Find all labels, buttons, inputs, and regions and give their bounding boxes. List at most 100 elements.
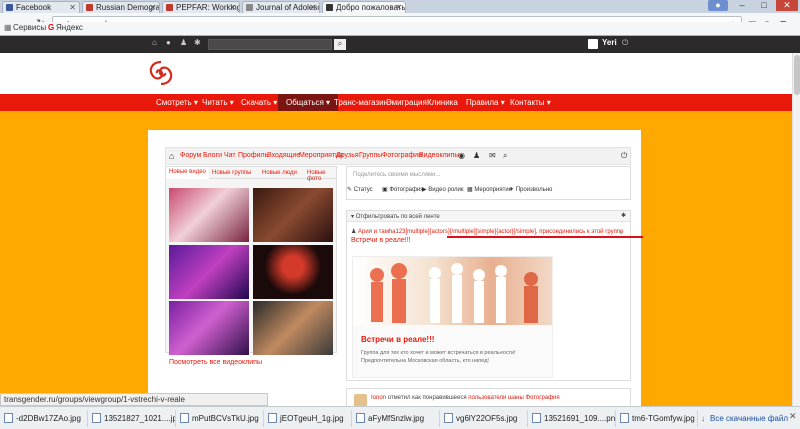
site-header (0, 53, 800, 94)
window-close-icon[interactable]: ✕ (776, 0, 798, 11)
post-action-status[interactable]: ✎ Статус (347, 186, 373, 193)
power-icon[interactable]: ⏻ (622, 38, 628, 48)
close-icon[interactable]: ✕ (395, 2, 402, 13)
video-thumbnail[interactable] (253, 301, 333, 355)
chevron-down-icon[interactable]: ⌄ (618, 228, 624, 236)
user-name[interactable]: Yeri (602, 38, 617, 47)
tab-facebook[interactable]: Facebook ✕ (2, 1, 80, 13)
download-item[interactable]: vg6lY22OF5s.jpg (442, 410, 528, 427)
tab-new-people[interactable]: Новые люди (262, 170, 297, 176)
nav-communicate[interactable]: Общаться ▾ (278, 94, 339, 111)
video-thumbnail[interactable] (253, 245, 333, 299)
tab-pepfar[interactable]: PEPFAR: Working To✕ (162, 1, 240, 13)
close-icon[interactable]: ✕ (149, 2, 156, 13)
group-icon[interactable]: ♟ (180, 38, 187, 47)
tab-russian-demograph[interactable]: Russian Demograph✕ (82, 1, 160, 13)
close-icon[interactable]: ✕ (789, 411, 797, 422)
scrollbar[interactable] (792, 53, 800, 406)
group-description: Группа для тех кто хочет и может встреча… (361, 350, 516, 364)
gear-icon[interactable]: ✱ (621, 212, 626, 219)
group-link[interactable]: Встречи в реале!!! (351, 237, 411, 244)
all-downloads-link[interactable]: ↓Все скачанные файлы... (700, 410, 788, 427)
photo-link[interactable]: пользователи шаны Фотография (468, 395, 559, 401)
search-input[interactable] (208, 39, 332, 50)
tab-new-photos[interactable]: Новые фото (307, 170, 336, 182)
nav-emigration[interactable]: Эмиграция (386, 94, 427, 111)
subnav-chat[interactable]: Чат (224, 152, 236, 159)
subnav-blogs[interactable]: Блоги (203, 152, 222, 159)
tab-active[interactable]: Добро пожаловать ✕ (322, 1, 406, 13)
file-icon (532, 413, 541, 423)
subnav-videos[interactable]: Видеоклипы (419, 152, 459, 159)
subnav-inbox[interactable]: Входящие (267, 152, 300, 159)
tab-journal[interactable]: Journal of Adolesce ✕ (242, 1, 320, 13)
globe-icon[interactable]: ◉ (458, 151, 465, 160)
download-item[interactable]: 13521691_109....png (530, 410, 616, 427)
settings-icon[interactable]: ✱ (194, 38, 201, 47)
nav-read[interactable]: Читать ▾ (202, 94, 234, 111)
video-thumbnail[interactable] (169, 188, 249, 242)
download-item[interactable]: jEOTgeuH_1g.jpg (266, 410, 352, 427)
nav-rules[interactable]: Правила ▾ (466, 94, 505, 111)
avatar[interactable] (588, 39, 598, 49)
site-top-bar: ⌂ ● ♟ ✱ ⌕ Yeri ⏻ (0, 36, 800, 53)
bookmark-services[interactable]: Сервисы (13, 22, 46, 34)
people-icon[interactable]: ♟ (473, 151, 480, 160)
group-title[interactable]: Встречи в реале!!! (361, 335, 434, 344)
maximize-icon[interactable]: □ (754, 0, 774, 11)
close-icon[interactable]: ✕ (309, 2, 316, 13)
subnav-profile[interactable]: Профиль (238, 152, 268, 159)
nav-contacts[interactable]: Контакты ▾ (510, 94, 551, 111)
media-tabs: Новые видео Новые группы Новые люди Новы… (166, 167, 336, 182)
group-card[interactable]: Встречи в реале!!! Группа для тех кто хо… (352, 256, 553, 378)
tab-new-groups[interactable]: Новые группы (212, 170, 251, 176)
download-item[interactable]: tm6-TGomfyw.jpg (618, 410, 698, 427)
subnav-groups[interactable]: Группы (359, 152, 382, 159)
tab-new-videos[interactable]: Новые видео (166, 167, 209, 179)
activity-feed: ▾ Отфильтровать по всей ленте ✱ ♟ Ария и … (346, 210, 643, 381)
nav-download[interactable]: Скачать ▾ (241, 94, 277, 111)
post-action-photo[interactable]: ▣ Фотография (382, 186, 424, 193)
video-thumbnail[interactable] (169, 301, 249, 355)
logout-icon[interactable]: ⏻ (621, 151, 627, 161)
home-icon[interactable]: ⌂ (152, 38, 157, 47)
site-logo[interactable] (146, 59, 176, 87)
site-icon (326, 4, 333, 11)
close-icon[interactable]: ✕ (229, 2, 236, 13)
download-item[interactable]: 13521827_1021....jpg (90, 410, 176, 427)
post-action-event[interactable]: ▦ Мероприятие (467, 186, 512, 193)
home-icon[interactable]: ⌂ (169, 151, 174, 161)
globe-icon[interactable]: ● (166, 38, 171, 47)
subnav-forum[interactable]: Форум (180, 152, 201, 159)
video-thumbnail[interactable] (169, 245, 249, 299)
close-icon[interactable]: ✕ (69, 2, 76, 13)
download-item[interactable]: -d2DBw17ZAo.jpg (2, 410, 88, 427)
nav-watch[interactable]: Смотреть ▾ (156, 94, 198, 111)
post-action-custom[interactable]: ✦ Произвольно (509, 186, 552, 193)
nav-clinic[interactable]: Клиника (427, 94, 458, 111)
feed-filter[interactable]: ▾ Отфильтровать по всей ленте ✱ (347, 211, 630, 222)
status-input[interactable]: Поделитесь своими мыслями... (349, 169, 628, 183)
mail-icon[interactable]: ✉ (489, 151, 496, 160)
people-silhouettes-image (370, 263, 538, 323)
search-icon[interactable]: ⌕ (334, 39, 346, 50)
video-thumbnail[interactable] (253, 188, 333, 242)
activity-text[interactable]: Ария и тамhа123[multiple]{actors}[/multi… (358, 229, 623, 235)
download-item[interactable]: mPutBCVsTkU.jpg (178, 410, 264, 427)
post-action-video[interactable]: ▶ Видео ролик (422, 186, 464, 193)
scrollbar-thumb[interactable] (794, 55, 800, 95)
download-item[interactable]: aFyMfSnzlw.jpg (354, 410, 440, 427)
nav-shop[interactable]: Транс-магазин (334, 94, 388, 111)
view-all-videos-link[interactable]: Посмотреть все видеоклипы (169, 359, 262, 366)
search-icon[interactable]: ⌕ (503, 151, 507, 161)
file-icon (444, 413, 453, 423)
user-link[interactable]: Ionon (371, 395, 386, 401)
minimize-icon[interactable]: – (732, 0, 752, 11)
subnav-friends[interactable]: Друзья (336, 152, 359, 159)
user-icon[interactable]: ● (708, 0, 728, 11)
content-panel: ⌂ Форум Блоги Чат Профиль Входящие Мероп… (148, 130, 643, 415)
bookmark-yandex[interactable]: Яндекс (56, 22, 83, 34)
subnav-photos[interactable]: Фотографии (382, 152, 422, 159)
site-icon (86, 4, 93, 11)
activity-item: ♟ Ария и тамhа123[multiple]{actors}[/mul… (351, 229, 624, 235)
